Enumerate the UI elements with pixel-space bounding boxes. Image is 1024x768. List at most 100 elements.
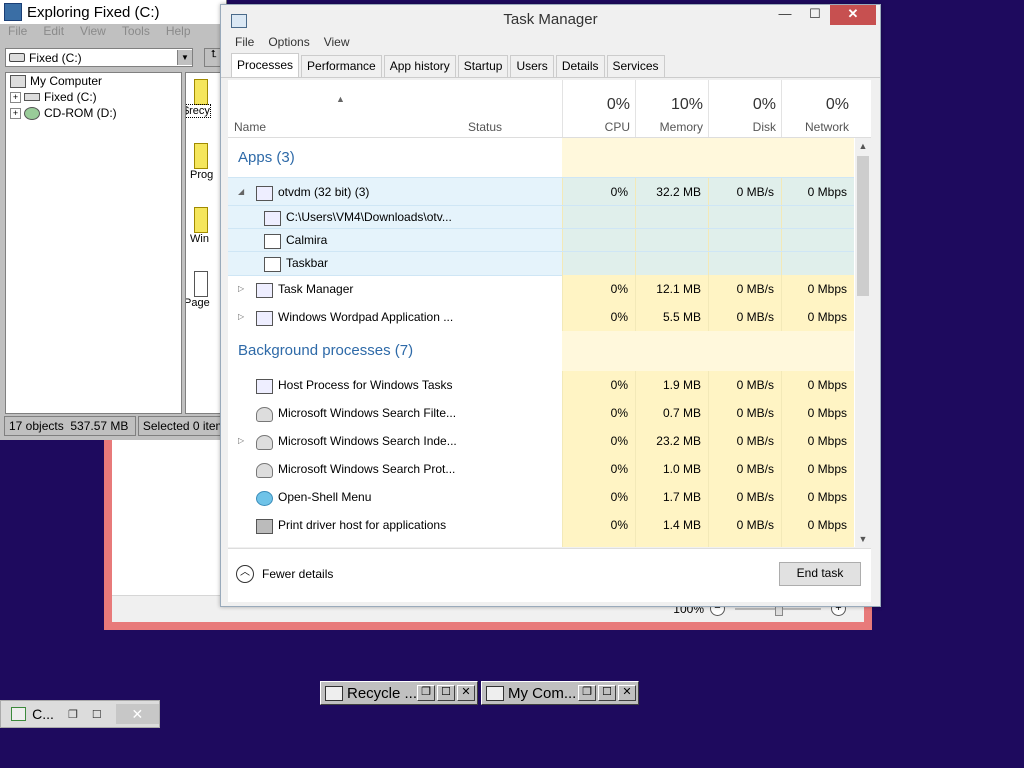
menu-options[interactable]: Options <box>268 35 309 55</box>
cpu-cell: 0% <box>562 539 635 547</box>
restore-button[interactable]: ❐ <box>417 685 435 701</box>
tree-item-my-computer[interactable]: My Computer <box>6 73 181 89</box>
column-disk[interactable]: 0% Disk <box>708 80 782 137</box>
group-apps: Apps (3) <box>228 138 854 178</box>
tab-app-history[interactable]: App history <box>383 55 456 77</box>
fewer-details-button[interactable]: ︿ Fewer details <box>236 565 333 583</box>
column-cpu[interactable]: 0% CPU <box>562 80 636 137</box>
process-row[interactable]: 0% 0.7 MB 0 MB/s 0 Mbps Microsoft Windows Se… <box>228 399 854 427</box>
usage-background <box>562 138 854 178</box>
window-icon <box>11 707 27 721</box>
explorer-app-icon <box>4 3 22 21</box>
taskbar-button-my-computer[interactable]: My Com... ❐ ☐ ✕ <box>481 681 639 705</box>
menu-help[interactable]: Help <box>166 24 191 42</box>
network-cell: 0 Mbps <box>781 483 854 511</box>
fewer-details-label: Fewer details <box>262 567 334 581</box>
maximize-button[interactable]: ☐ <box>598 685 616 701</box>
expand-icon[interactable]: ▷ <box>238 275 244 303</box>
tree-item-cdrom-d[interactable]: + CD-ROM (D:) <box>6 105 181 121</box>
memory-cell <box>635 229 708 252</box>
expand-icon[interactable]: ▷ <box>238 539 244 547</box>
taskbar-button-recycle[interactable]: Recycle ... ❐ ☐ ✕ <box>320 681 478 705</box>
folder-tree[interactable]: My Computer + Fixed (C:) + CD-ROM (D:) <box>5 72 182 414</box>
expand-icon[interactable]: + <box>10 91 21 103</box>
expand-icon[interactable]: + <box>10 107 21 119</box>
maximize-button[interactable]: ☐ <box>92 708 102 721</box>
explorer-title-bar[interactable]: Exploring Fixed (C:) <box>0 0 226 24</box>
minimize-button[interactable]: — <box>770 5 800 25</box>
tab-services[interactable]: Services <box>606 55 665 77</box>
process-rows[interactable]: Apps (3) 0% 32.2 MB 0 MB/s 0 Mbps ◢ otvdm (32 … <box>228 138 854 547</box>
file-item[interactable]: $recy <box>186 79 211 118</box>
vertical-scrollbar[interactable]: ▲ ▼ <box>855 138 871 547</box>
process-row[interactable]: C:\Users\VM4\Downloads\otv... <box>228 205 854 230</box>
restore-button[interactable]: ❐ <box>68 708 78 721</box>
scroll-down-icon[interactable]: ▼ <box>855 531 871 547</box>
task-manager-title-bar[interactable]: Task Manager — ☐ ✕ <box>221 5 880 35</box>
task-manager-title: Task Manager <box>503 11 598 28</box>
memory-cell <box>635 206 708 229</box>
process-row[interactable]: 0% 1.4 MB 0 MB/s 0 Mbps Print driver host fo… <box>228 511 854 539</box>
process-row[interactable]: 0% 1.7 MB 0 MB/s 0 Mbps Open-Shell Menu <box>228 483 854 511</box>
menu-edit[interactable]: Edit <box>43 24 64 42</box>
menu-file[interactable]: File <box>8 24 27 42</box>
file-item[interactable]: Page <box>186 271 210 309</box>
drive-select-value: Fixed (C:) <box>29 50 82 65</box>
maximize-button[interactable]: ☐ <box>800 5 830 25</box>
close-button[interactable]: ✕ <box>618 685 636 701</box>
column-status[interactable]: Status <box>468 120 502 134</box>
maximize-button[interactable]: ☐ <box>437 685 455 701</box>
end-task-button[interactable]: End task <box>779 562 861 586</box>
scroll-up-icon[interactable]: ▲ <box>855 138 871 154</box>
minimized-window[interactable]: C... ❐ ☐ ✕ <box>0 700 160 728</box>
process-row[interactable]: 0% 1.9 MB 0 MB/s 0 Mbps Host Process for Win… <box>228 371 854 399</box>
menu-tools[interactable]: Tools <box>122 24 150 42</box>
expand-icon[interactable]: ▷ <box>238 303 244 331</box>
wordpad-icon <box>256 310 273 326</box>
task-manager-window[interactable]: Task Manager — ☐ ✕ File Options View Pro… <box>220 4 881 607</box>
close-button[interactable]: ✕ <box>115 704 159 724</box>
collapse-icon[interactable]: ◢ <box>238 178 244 206</box>
column-memory[interactable]: 10% Memory <box>635 80 709 137</box>
tab-startup[interactable]: Startup <box>457 55 509 77</box>
expand-icon[interactable]: ▷ <box>238 427 244 455</box>
blank-window-icon <box>264 257 281 272</box>
tab-performance[interactable]: Performance <box>301 55 382 77</box>
process-row[interactable]: 0% 5.5 MB 0 MB/s 0 Mbps ▷ Windows Wordpad App… <box>228 303 854 331</box>
group-title: Background processes (7) <box>238 342 414 359</box>
process-row[interactable]: 0% 23.2 MB 0 MB/s 0 Mbps ▷ Microsoft Windows … <box>228 427 854 455</box>
dropdown-arrow-icon[interactable]: ▼ <box>177 50 192 65</box>
file-item[interactable]: Win <box>186 207 209 245</box>
scroll-thumb[interactable] <box>857 156 869 296</box>
tab-processes[interactable]: Processes <box>231 53 300 77</box>
process-row[interactable]: Taskbar <box>228 251 854 276</box>
file-item[interactable]: Prog <box>186 143 213 181</box>
process-row[interactable]: 0% 12.1 MB 0 MB/s 0 Mbps ▷ Task Manager <box>228 275 854 303</box>
tab-users[interactable]: Users <box>510 55 554 77</box>
memory-cell: 1.6 MB <box>635 539 708 547</box>
process-row[interactable]: 0% 32.2 MB 0 MB/s 0 Mbps ◢ otvdm (32 bit) (3) <box>228 177 854 207</box>
menu-file[interactable]: File <box>235 35 254 55</box>
column-network[interactable]: 0% Network <box>781 80 855 137</box>
recycle-folder-icon <box>194 79 208 105</box>
process-row[interactable]: 0%1.6 MB0 MB/s0 Mbps ▷ Spooler SubSystem A… <box>228 539 854 547</box>
cpu-cell: 0% <box>562 178 635 206</box>
explorer-window[interactable]: Exploring Fixed (C:) File Edit View Tool… <box>0 0 227 440</box>
process-row[interactable]: Calmira <box>228 228 854 253</box>
drive-select[interactable]: Fixed (C:) ▼ <box>5 48 193 67</box>
tree-item-fixed-c[interactable]: + Fixed (C:) <box>6 89 181 105</box>
menu-view[interactable]: View <box>80 24 106 42</box>
tab-details[interactable]: Details <box>555 55 605 77</box>
printer-icon <box>256 518 273 534</box>
network-cell: 0 Mbps <box>781 511 854 539</box>
zoom-slider[interactable] <box>735 601 821 616</box>
close-button[interactable]: ✕ <box>457 685 475 701</box>
process-row[interactable]: 0% 1.0 MB 0 MB/s 0 Mbps Microsoft Windows Se… <box>228 455 854 483</box>
close-button[interactable]: ✕ <box>830 5 876 25</box>
process-name: otvdm (32 bit) (3) <box>278 185 370 199</box>
process-name: Calmira <box>286 233 328 247</box>
restore-button[interactable]: ❐ <box>578 685 596 701</box>
menu-view[interactable]: View <box>324 35 350 55</box>
disk-cell: 0 MB/s <box>708 483 781 511</box>
column-name[interactable]: Name <box>234 120 266 134</box>
